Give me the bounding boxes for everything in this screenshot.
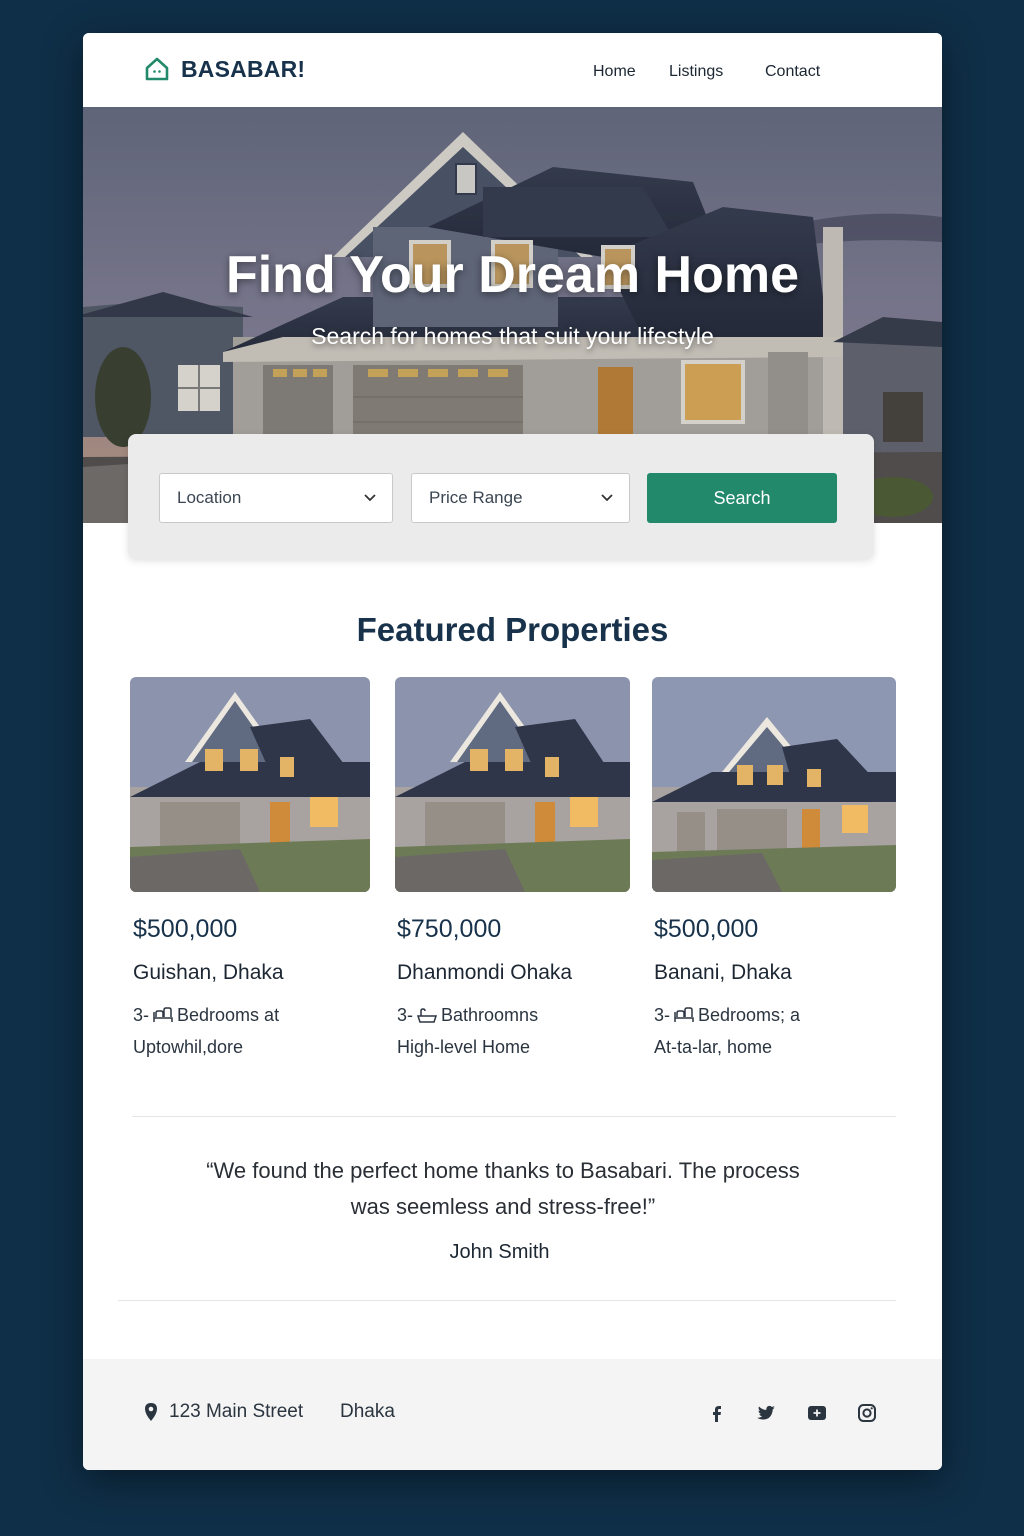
nav-listings-link[interactable]: Listings [669, 63, 723, 81]
property-description: At-ta-lar, home [654, 1037, 773, 1057]
testimonial-author: John Smith [449, 1241, 550, 1263]
featured-properties-heading: Featured Properties [356, 611, 669, 648]
property-image[interactable] [395, 677, 630, 892]
property-image[interactable] [652, 677, 896, 892]
address-text: 123 Main Street [169, 1401, 304, 1422]
map-pin-icon [145, 1403, 157, 1421]
location-select[interactable]: Location [159, 473, 393, 523]
location-select-label: Location [177, 488, 242, 507]
chevron-down-icon [364, 474, 378, 522]
brand-name: BASABAR! [181, 55, 306, 82]
property-price: $750,000 [397, 915, 502, 943]
bed-icon [153, 1006, 173, 1022]
hero-subtitle: Search for homes that suit your lifestyl… [311, 323, 714, 349]
divider [118, 1300, 896, 1301]
property-location: Dhanmondi Ohaka [397, 961, 573, 984]
nav-home-link[interactable]: Home [593, 63, 636, 81]
property-location: Banani, Dhaka [654, 961, 792, 984]
brand-logo[interactable]: BASABAR! [143, 55, 305, 83]
property-description: Uptowhil,dore [133, 1037, 244, 1057]
search-panel: Location Price Range Search [128, 434, 874, 559]
property-card[interactable]: $500,000 Guishan, Dhaka 3- Bedrooms at U… [130, 677, 370, 1057]
property-price: $500,000 [654, 915, 759, 943]
youtube-icon[interactable] [805, 1401, 829, 1425]
house-logo-icon [145, 57, 169, 81]
property-location: Guishan, Dhaka [133, 961, 284, 984]
property-features: 3- Bedrooms; a [654, 1005, 801, 1025]
divider [132, 1116, 896, 1117]
top-navbar: BASABAR! Home Listings Contact [83, 33, 942, 107]
twitter-icon[interactable] [754, 1401, 778, 1425]
property-image[interactable] [130, 677, 370, 892]
property-features: 3- Bathroomns [397, 1005, 539, 1025]
property-card[interactable]: $500,000 Banani, Dhaka 3- Bedrooms; a At… [652, 677, 896, 1057]
nav-contact-link[interactable]: Contact [765, 63, 820, 81]
property-description: High-level Home [397, 1037, 531, 1057]
testimonial-quote: “We found the perfect home thanks to Bas… [206, 1158, 800, 1219]
property-features: 3- Bedrooms at [133, 1005, 280, 1025]
bed-icon [674, 1006, 694, 1022]
facebook-icon[interactable] [705, 1401, 729, 1425]
bath-icon [416, 1007, 438, 1023]
page-card: BASABAR! Home Listings Contact Find Your… [83, 33, 942, 1470]
price-range-select[interactable]: Price Range [411, 473, 630, 523]
price-range-select-label: Price Range [429, 488, 523, 507]
instagram-icon[interactable] [855, 1401, 879, 1425]
chevron-down-icon [601, 474, 615, 522]
footer: 123 Main Street Dhaka [83, 1359, 942, 1470]
search-button[interactable]: Search [647, 473, 837, 523]
footer-address: 123 Main Street [143, 1401, 303, 1423]
property-card[interactable]: $750,000 Dhanmondi Ohaka 3- Bathroomns H… [395, 677, 630, 1057]
hero-title: Find Your Dream Home [225, 246, 800, 304]
property-price: $500,000 [133, 915, 238, 943]
footer-city: Dhaka [340, 1401, 395, 1422]
